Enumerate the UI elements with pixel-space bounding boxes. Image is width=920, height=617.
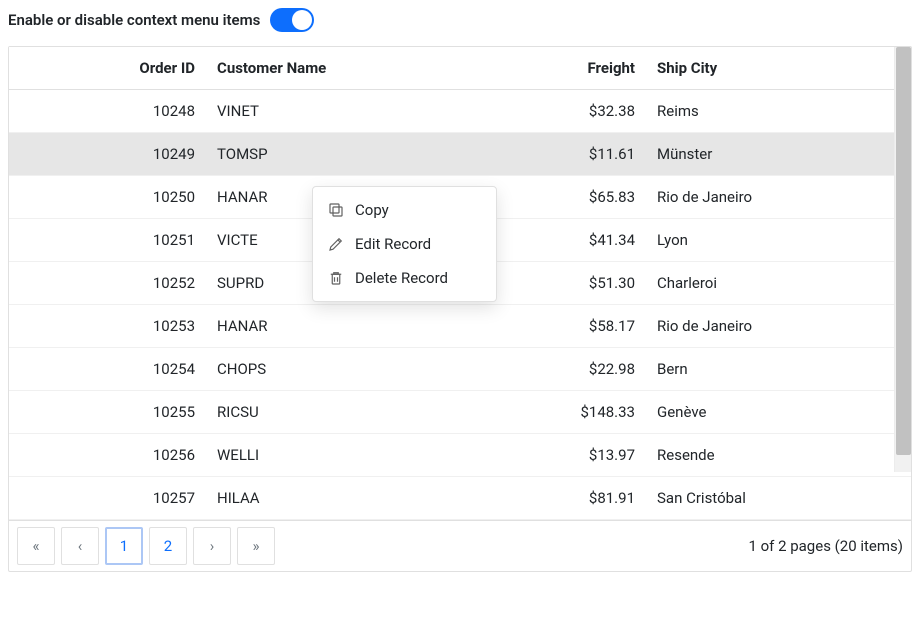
cell-order-id: 10248 — [9, 90, 209, 133]
cell-order-id: 10249 — [9, 133, 209, 176]
cell-city: Bern — [649, 348, 911, 391]
cell-city: Charleroi — [649, 262, 911, 305]
table-row[interactable]: 10257 HILAA $81.91 San Cristóbal — [9, 477, 911, 520]
table-row[interactable]: 10253 HANAR $58.17 Rio de Janeiro — [9, 305, 911, 348]
cell-customer: HILAA — [209, 477, 509, 520]
cell-order-id: 10252 — [9, 262, 209, 305]
vertical-scrollbar[interactable] — [894, 47, 911, 472]
cell-freight: $51.30 — [509, 262, 649, 305]
cell-customer: VINET — [209, 90, 509, 133]
pager-prev[interactable]: ‹ — [61, 527, 99, 565]
table-row[interactable]: 10255 RICSU $148.33 Genève — [9, 391, 911, 434]
cell-order-id: 10255 — [9, 391, 209, 434]
pager: « ‹ 1 2 › » 1 of 2 pages (20 items) — [9, 520, 911, 571]
data-grid: Order ID Customer Name Freight Ship City… — [8, 46, 912, 572]
cell-city: Rio de Janeiro — [649, 176, 911, 219]
copy-icon — [327, 201, 345, 219]
toggle-label: Enable or disable context menu items — [8, 11, 260, 29]
col-freight[interactable]: Freight — [509, 47, 649, 90]
cell-customer: CHOPS — [209, 348, 509, 391]
pencil-icon — [327, 235, 345, 253]
cell-freight: $22.98 — [509, 348, 649, 391]
cell-freight: $58.17 — [509, 305, 649, 348]
cell-freight: $41.34 — [509, 219, 649, 262]
header-row: Order ID Customer Name Freight Ship City — [9, 47, 911, 90]
table-row[interactable]: 10256 WELLI $13.97 Resende — [9, 434, 911, 477]
context-menu: Copy Edit Record Delete Record — [312, 186, 497, 302]
cell-customer: TOMSP — [209, 133, 509, 176]
pager-info: 1 of 2 pages (20 items) — [748, 537, 903, 555]
cell-order-id: 10250 — [9, 176, 209, 219]
cell-freight: $81.91 — [509, 477, 649, 520]
col-ship-city[interactable]: Ship City — [649, 47, 911, 90]
context-edit[interactable]: Edit Record — [313, 227, 496, 261]
pager-page-1[interactable]: 1 — [105, 527, 143, 565]
col-customer-name[interactable]: Customer Name — [209, 47, 509, 90]
context-copy-label: Copy — [355, 201, 389, 219]
pager-buttons: « ‹ 1 2 › » — [17, 527, 275, 565]
cell-city: San Cristóbal — [649, 477, 911, 520]
context-delete-label: Delete Record — [355, 269, 448, 287]
context-delete[interactable]: Delete Record — [313, 261, 496, 295]
pager-next[interactable]: › — [193, 527, 231, 565]
cell-freight: $65.83 — [509, 176, 649, 219]
col-order-id[interactable]: Order ID — [9, 47, 209, 90]
cell-city: Genève — [649, 391, 911, 434]
cell-freight: $13.97 — [509, 434, 649, 477]
cell-customer: WELLI — [209, 434, 509, 477]
cell-order-id: 10253 — [9, 305, 209, 348]
cell-city: Resende — [649, 434, 911, 477]
cell-city: Lyon — [649, 219, 911, 262]
pager-first[interactable]: « — [17, 527, 55, 565]
trash-icon — [327, 269, 345, 287]
table-row[interactable]: 10249 TOMSP $11.61 Münster — [9, 133, 911, 176]
enable-toggle[interactable] — [270, 8, 314, 32]
cell-freight: $11.61 — [509, 133, 649, 176]
pager-page-2[interactable]: 2 — [149, 527, 187, 565]
table-row[interactable]: 10248 VINET $32.38 Reims — [9, 90, 911, 133]
scrollbar-thumb[interactable] — [896, 47, 911, 455]
context-copy[interactable]: Copy — [313, 193, 496, 227]
cell-city: Reims — [649, 90, 911, 133]
cell-customer: HANAR — [209, 305, 509, 348]
cell-city: Rio de Janeiro — [649, 305, 911, 348]
context-edit-label: Edit Record — [355, 235, 431, 253]
cell-city: Münster — [649, 133, 911, 176]
pager-last[interactable]: » — [237, 527, 275, 565]
cell-freight: $148.33 — [509, 391, 649, 434]
cell-customer: RICSU — [209, 391, 509, 434]
cell-order-id: 10254 — [9, 348, 209, 391]
cell-freight: $32.38 — [509, 90, 649, 133]
table-row[interactable]: 10254 CHOPS $22.98 Bern — [9, 348, 911, 391]
cell-order-id: 10257 — [9, 477, 209, 520]
cell-order-id: 10251 — [9, 219, 209, 262]
toggle-knob — [292, 10, 312, 30]
cell-order-id: 10256 — [9, 434, 209, 477]
toggle-row: Enable or disable context menu items — [8, 8, 912, 32]
